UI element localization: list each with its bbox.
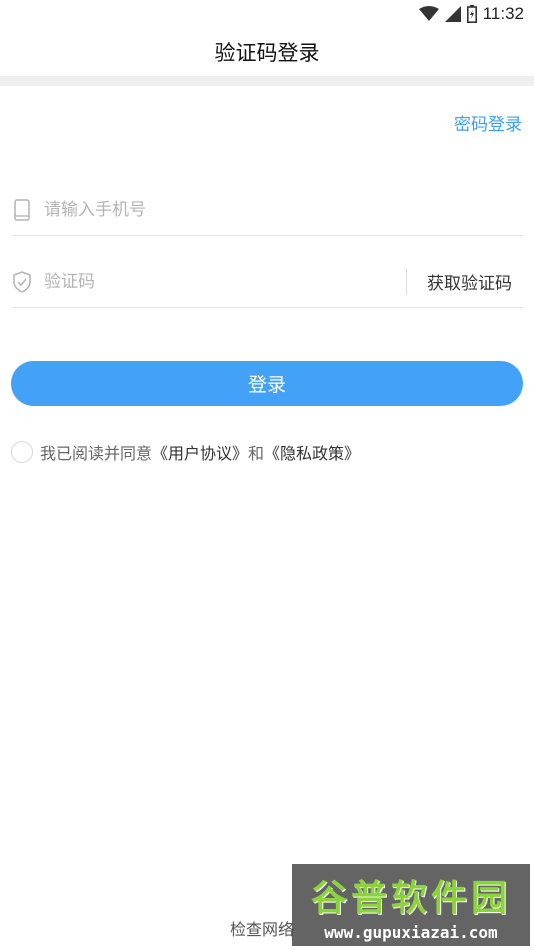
signal-icon [444, 6, 461, 22]
user-agreement-link[interactable]: 《用户协议》 [152, 440, 248, 464]
privacy-policy-link[interactable]: 《隐私政策》 [264, 440, 360, 464]
network-check-text: 检查网络 [230, 920, 295, 939]
page-title: 验证码登录 [214, 41, 320, 65]
watermark-url: www.gupuxiazai.com [324, 922, 498, 942]
code-field: 获取验证码 [12, 256, 523, 308]
shield-check-icon [12, 270, 32, 294]
watermark-title: 谷普软件园 [310, 877, 511, 919]
battery-icon [466, 5, 477, 23]
wifi-icon [418, 6, 439, 22]
agreement-row: 我已阅读并同意 《用户协议》 和 《隐私政策》 [11, 440, 360, 464]
status-time: 11:32 [482, 4, 524, 23]
phone-field [12, 184, 523, 236]
phone-input[interactable] [44, 189, 523, 230]
phone-icon [12, 198, 32, 222]
agreement-conjunction: 和 [248, 444, 265, 463]
password-login-link[interactable]: 密码登录 [454, 110, 522, 135]
get-code-button[interactable]: 获取验证码 [427, 269, 512, 294]
agreement-prefix: 我已阅读并同意 [40, 444, 153, 463]
agreement-checkbox[interactable] [11, 441, 33, 463]
status-bar: 11:32 [0, 0, 534, 28]
watermark-logo: 谷普软件园 www.gupuxiazai.com [292, 864, 530, 946]
header-divider [0, 76, 534, 86]
code-input[interactable] [44, 261, 406, 302]
login-button[interactable]: 登录 [11, 361, 523, 406]
code-divider [406, 268, 407, 295]
